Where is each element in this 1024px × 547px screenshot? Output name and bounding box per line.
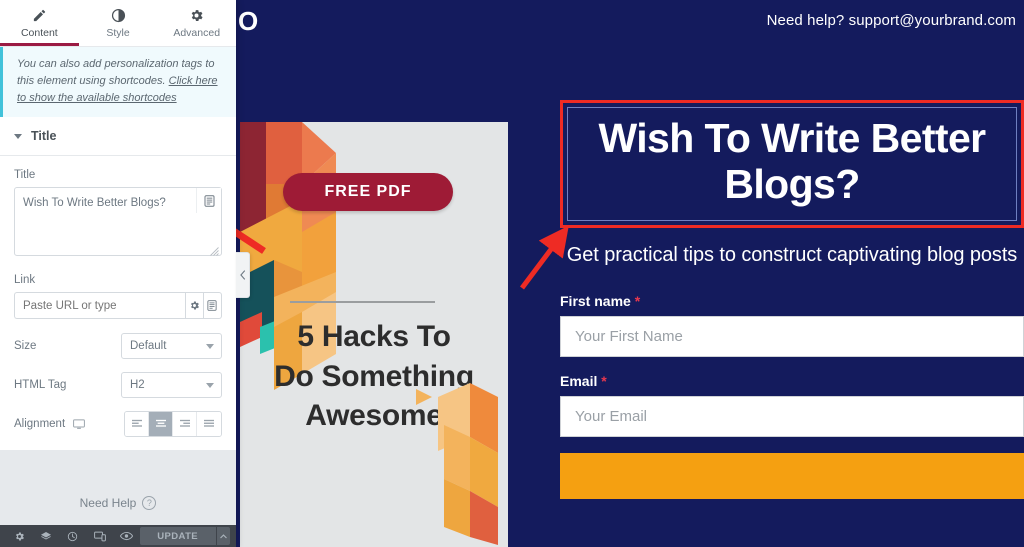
free-pdf-badge: FREE PDF xyxy=(283,173,453,211)
gear-icon xyxy=(190,301,199,310)
alignment-control-row: Alignment xyxy=(14,411,222,438)
email-input[interactable] xyxy=(560,396,1024,438)
cover-divider-top xyxy=(290,301,435,303)
settings-icon xyxy=(15,532,24,540)
tab-style[interactable]: Style xyxy=(79,0,158,46)
first-name-label: First name * xyxy=(560,293,1024,309)
chevron-up-icon xyxy=(219,533,227,538)
html-tag-control-row: HTML Tag H2 xyxy=(14,372,222,399)
link-control-label: Link xyxy=(14,274,36,287)
panel-footer-bar: UPDATE xyxy=(0,525,236,547)
panel-controls: Title Link xyxy=(0,156,236,450)
pencil-icon xyxy=(33,9,45,22)
update-options-button[interactable] xyxy=(215,527,231,545)
brand-logo: O xyxy=(238,6,258,36)
panel-collapse-handle[interactable] xyxy=(236,252,250,298)
align-left-icon xyxy=(131,419,142,427)
alignment-control-label: Alignment xyxy=(14,418,66,431)
email-field-group: Email * xyxy=(560,373,1024,438)
desktop-icon[interactable] xyxy=(73,419,86,430)
gear-icon xyxy=(191,10,203,21)
headline-element-outline[interactable]: Wish To Write Better Blogs? xyxy=(567,107,1017,221)
hero-headline: Wish To Write Better Blogs? xyxy=(598,115,986,207)
align-right-icon xyxy=(179,419,190,427)
first-name-label-text: First name xyxy=(560,293,631,310)
align-center-button[interactable] xyxy=(149,412,173,437)
title-control-label: Title xyxy=(14,169,36,182)
contrast-icon xyxy=(111,8,125,23)
lead-capture-form: First name * Email * xyxy=(560,293,1024,500)
dynamic-tags-icon xyxy=(207,300,217,311)
align-justify-button[interactable] xyxy=(197,412,221,437)
title-textarea[interactable] xyxy=(14,187,222,257)
tab-advanced[interactable]: Advanced xyxy=(157,0,236,46)
chevron-down-icon xyxy=(14,133,22,139)
cover-title-line-1: 5 Hacks To xyxy=(297,320,451,353)
email-label-text: Email xyxy=(560,373,598,390)
align-left-button[interactable] xyxy=(125,412,149,437)
email-label: Email * xyxy=(560,373,1024,389)
first-name-field-group: First name * xyxy=(560,293,1024,358)
size-select-value: Default xyxy=(130,340,167,353)
footer-history-button[interactable] xyxy=(59,525,86,547)
update-button[interactable]: UPDATE xyxy=(139,527,216,545)
chevron-down-icon xyxy=(206,383,214,389)
ebook-cover-image: FREE PDF 5 Hacks To Do Something Awesome xyxy=(240,122,508,547)
align-center-icon xyxy=(155,419,166,427)
size-select[interactable]: Default xyxy=(121,333,222,360)
html-tag-select[interactable]: H2 xyxy=(121,372,222,399)
html-tag-control-label: HTML Tag xyxy=(14,379,67,392)
link-options-button[interactable] xyxy=(185,292,204,320)
link-control-row xyxy=(14,292,222,320)
headline-selection-highlight: Wish To Write Better Blogs? xyxy=(560,100,1024,228)
tab-style-label: Style xyxy=(106,27,130,39)
form-submit-button[interactable] xyxy=(560,453,1024,500)
question-circle-icon: ? xyxy=(142,496,157,510)
preview-icon xyxy=(119,531,133,541)
first-name-required-marker: * xyxy=(634,293,641,310)
footer-responsive-mode-button[interactable] xyxy=(86,525,113,547)
personalization-notice: You can also add personalization tags to… xyxy=(0,47,236,118)
align-justify-icon xyxy=(204,419,214,427)
tab-content[interactable]: Content xyxy=(0,0,79,46)
dynamic-tags-icon xyxy=(204,194,214,207)
free-pdf-badge-label: FREE PDF xyxy=(324,183,412,200)
title-dynamic-tags-button[interactable] xyxy=(196,188,221,214)
panel-tab-bar: Content Style Advanced xyxy=(0,0,236,47)
size-control-label: Size xyxy=(14,340,37,353)
link-input[interactable] xyxy=(14,292,185,320)
link-dynamic-tags-button[interactable] xyxy=(203,292,222,320)
section-header-title-label: Title xyxy=(31,129,57,144)
screen-root: Need help? support@yourbrand.com O FREE … xyxy=(0,0,1024,547)
need-help-link[interactable]: Need Help ? xyxy=(0,481,236,525)
footer-navigator-button[interactable] xyxy=(33,525,60,547)
elementor-editor-panel: Content Style Advanced You can also add … xyxy=(0,0,236,547)
need-help-label: Need Help xyxy=(79,496,137,510)
support-email-text: Need help? support@yourbrand.com xyxy=(766,11,1016,29)
tab-advanced-label: Advanced xyxy=(173,27,221,39)
alignment-button-group xyxy=(124,411,222,438)
email-required-marker: * xyxy=(601,373,607,390)
navigator-icon xyxy=(41,531,52,539)
section-header-title[interactable]: Title xyxy=(0,117,236,157)
responsive-mode-icon xyxy=(93,531,106,541)
chevron-left-icon xyxy=(239,270,245,280)
chevron-down-icon xyxy=(206,344,214,350)
footer-settings-button[interactable] xyxy=(6,525,33,547)
html-tag-select-value: H2 xyxy=(130,379,145,392)
footer-preview-button[interactable] xyxy=(113,525,140,547)
cover-decorative-shapes-bottom-right xyxy=(416,383,498,545)
first-name-input[interactable] xyxy=(560,316,1024,358)
tab-content-label: Content xyxy=(20,27,58,39)
history-icon xyxy=(68,531,78,541)
hero-subheadline: Get practical tips to construct captivat… xyxy=(566,243,1018,266)
hero-section: Wish To Write Better Blogs? Get practica… xyxy=(560,100,1024,500)
size-control-row: Size Default xyxy=(14,333,222,360)
panel-filler xyxy=(0,450,236,481)
title-textarea-wrapper xyxy=(14,187,222,259)
align-right-button[interactable] xyxy=(173,412,197,437)
